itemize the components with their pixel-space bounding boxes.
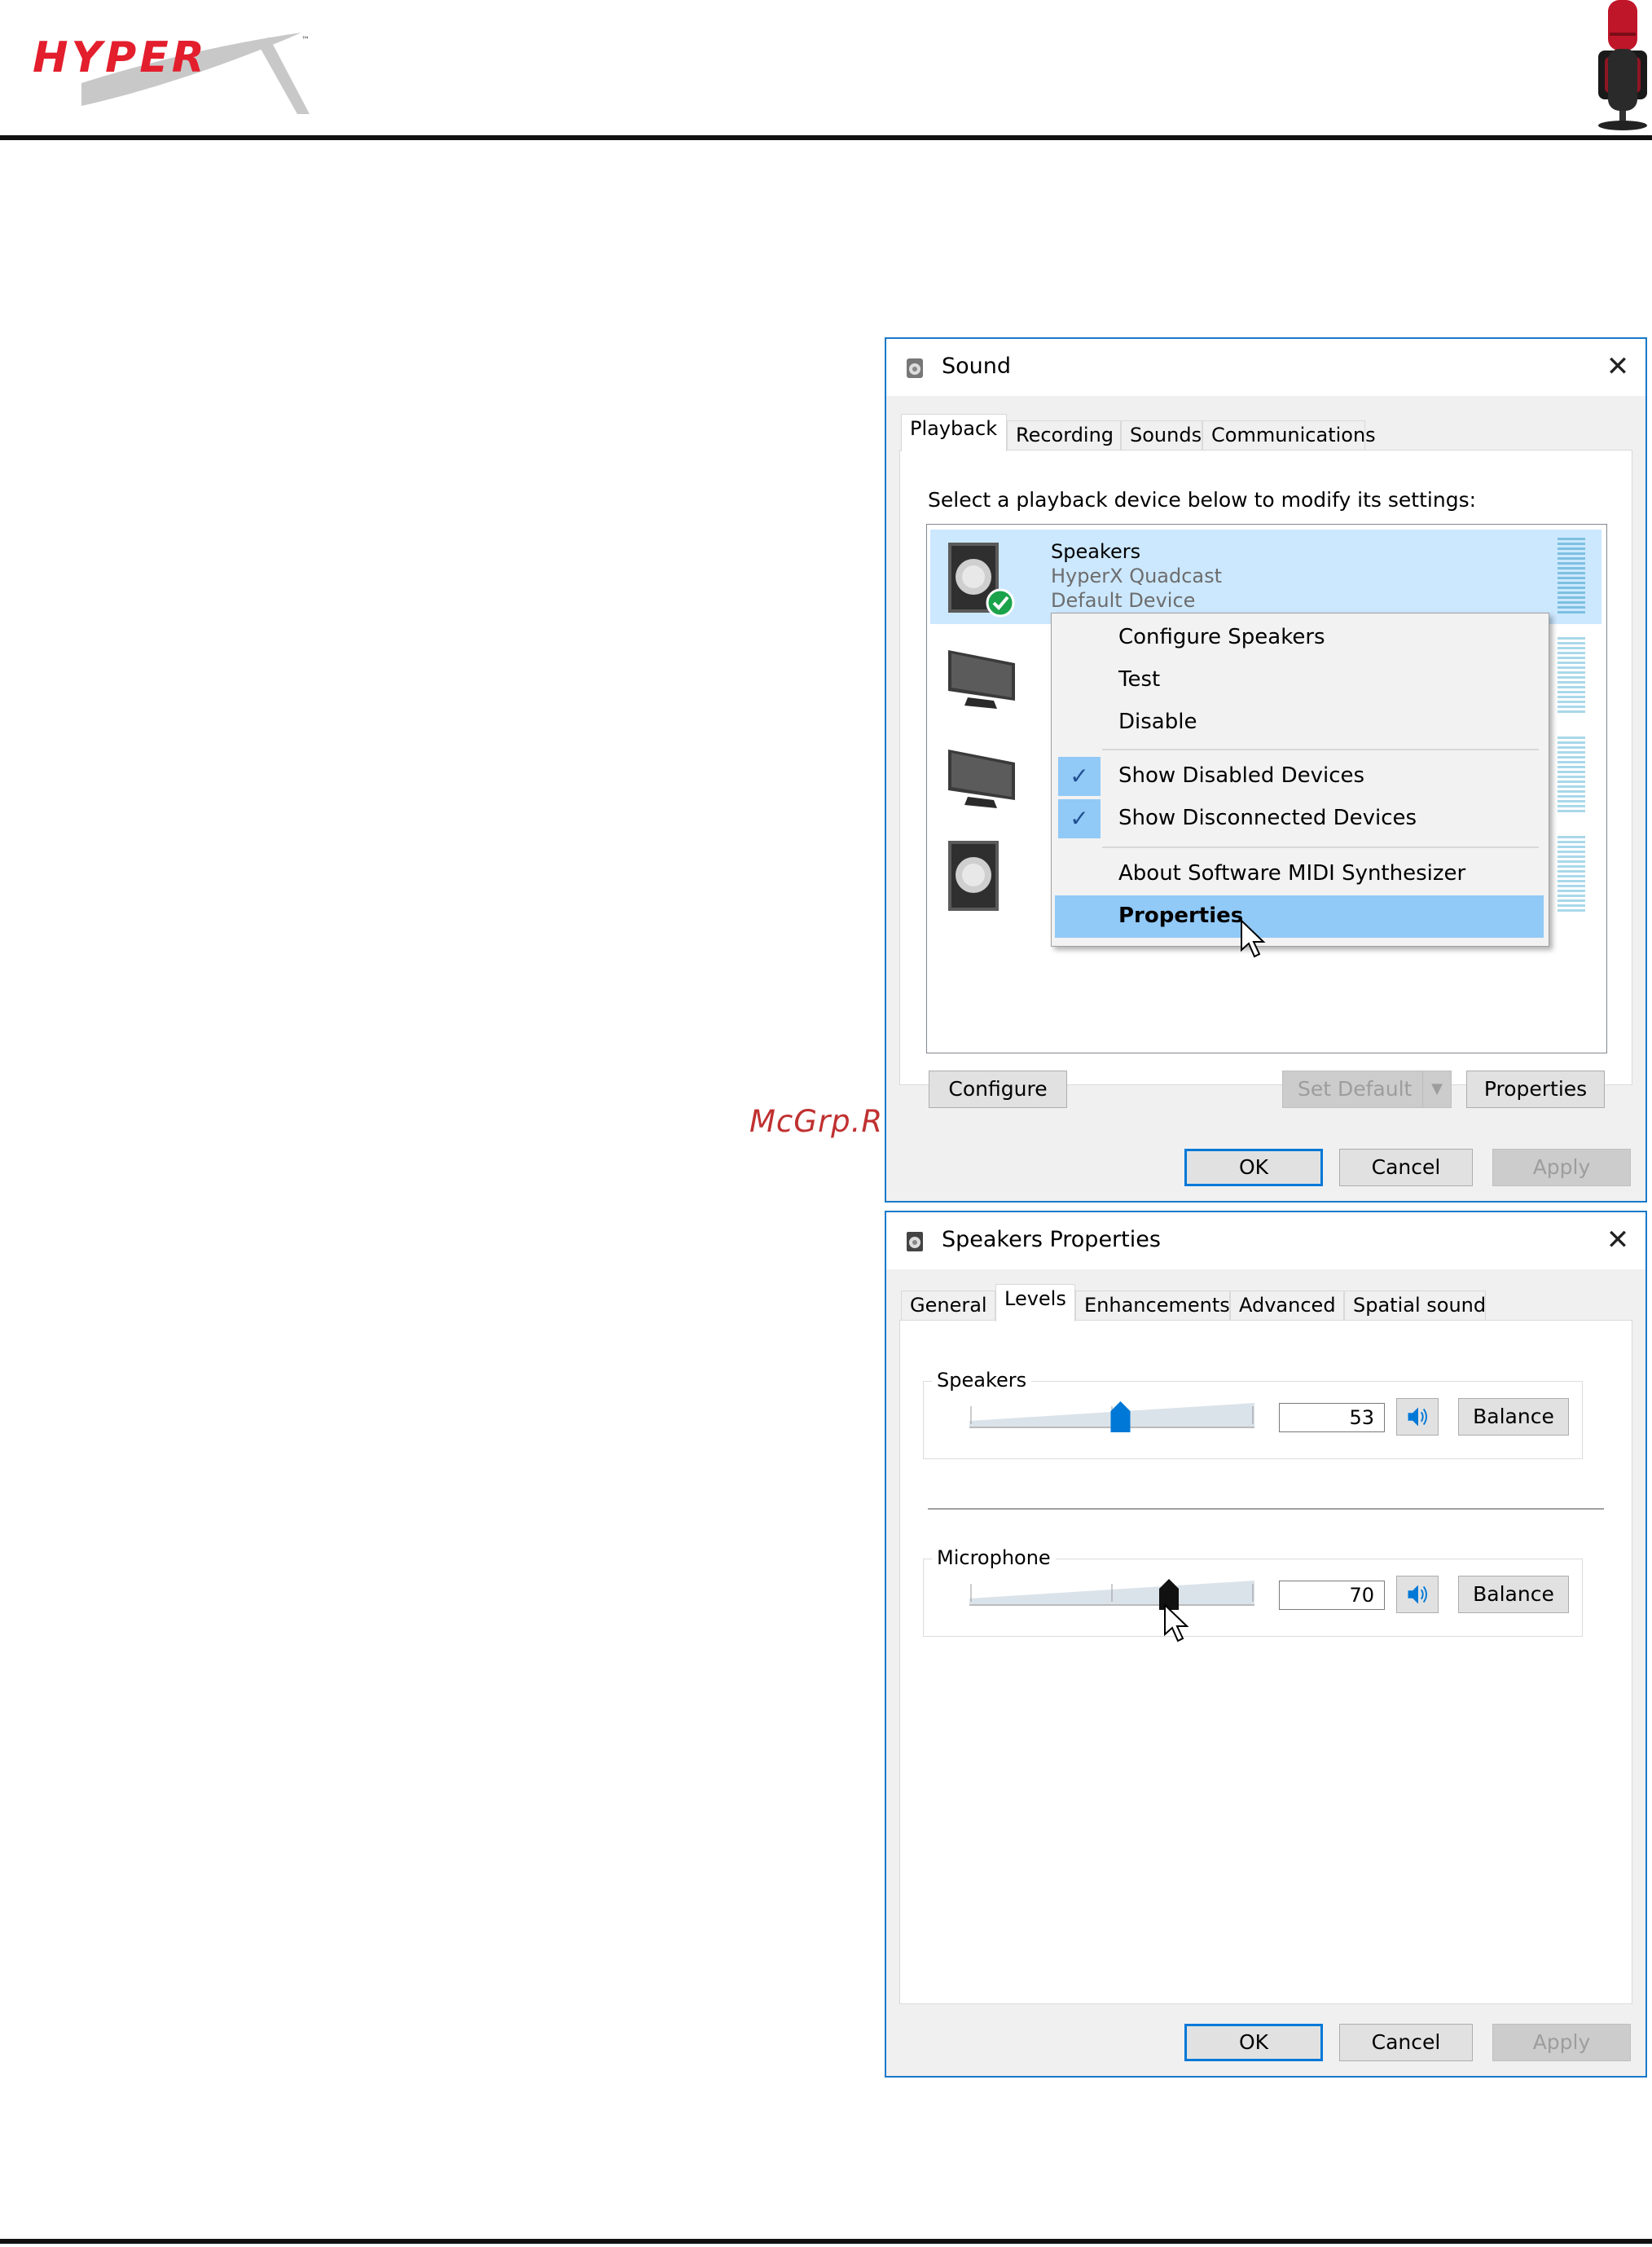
properties-dialog-title: Speakers Properties	[942, 1227, 1161, 1252]
speaker-icon	[948, 841, 999, 911]
device-row-speakers[interactable]: Speakers HyperX Quadcast Default Device	[930, 530, 1601, 624]
watermark: McGrp.Ru	[749, 1104, 903, 1139]
close-icon[interactable]: ✕	[1601, 1224, 1634, 1256]
menu-item-show-disabled[interactable]: ✓ Show Disabled Devices	[1055, 755, 1544, 798]
cancel-button[interactable]: Cancel	[1339, 2024, 1473, 2061]
tab-levels[interactable]: Levels	[995, 1284, 1075, 1321]
sound-app-icon	[907, 358, 923, 378]
group-divider	[928, 1508, 1604, 1510]
device-model: HyperX Quadcast	[1051, 565, 1223, 587]
level-meter	[1558, 737, 1585, 815]
microphone-level-group: Microphone 70 Balance	[923, 1546, 1583, 1637]
menu-item-label: About Software MIDI Synthesizer	[1118, 861, 1466, 886]
ok-button[interactable]: OK	[1184, 1149, 1323, 1186]
levels-panel: Speakers 53 Balance Microphone 70 Balanc…	[899, 1320, 1632, 2004]
set-default-button[interactable]: Set Default ▼	[1282, 1071, 1452, 1108]
tab-recording[interactable]: Recording	[1007, 420, 1121, 450]
menu-item-properties[interactable]: Properties	[1055, 895, 1544, 938]
speakers-slider-thumb[interactable]	[1110, 1401, 1131, 1432]
speaker-mute-icon[interactable]	[1396, 1576, 1439, 1613]
tab-spatial-sound[interactable]: Spatial sound	[1344, 1291, 1486, 1320]
menu-item-label: Properties	[1118, 904, 1244, 928]
speakers-group-label: Speakers	[932, 1369, 1032, 1392]
monitor-icon	[948, 650, 1015, 709]
tab-enhancements[interactable]: Enhancements	[1075, 1291, 1230, 1320]
configure-button[interactable]: Configure	[929, 1071, 1067, 1108]
menu-separator	[1102, 846, 1539, 848]
level-meter	[1558, 836, 1585, 914]
menu-item-label: Test	[1118, 667, 1161, 692]
mouse-cursor-icon	[1241, 919, 1266, 958]
close-icon[interactable]: ✕	[1601, 350, 1634, 383]
speakers-properties-dialog: Speakers Properties ✕ General Levels Enh…	[885, 1211, 1647, 2078]
microphone-product-icon	[1598, 0, 1647, 130]
hyperx-logo: HYPER ™	[33, 33, 310, 114]
sound-dialog-title: Sound	[942, 354, 1012, 379]
checkmark-icon: ✓	[1058, 799, 1101, 838]
set-default-label: Set Default	[1298, 1077, 1413, 1101]
menu-item-label: Show Disconnected Devices	[1118, 806, 1417, 830]
mouse-cursor-icon	[1164, 1603, 1189, 1642]
sound-titlebar: Sound ✕	[886, 339, 1645, 396]
checkmark-icon: ✓	[1058, 757, 1101, 796]
cancel-button[interactable]: Cancel	[1339, 1149, 1473, 1186]
speaker-mute-icon[interactable]	[1396, 1398, 1439, 1436]
menu-item-label: Show Disabled Devices	[1118, 763, 1365, 788]
svg-text:™: ™	[301, 36, 310, 45]
apply-button[interactable]: Apply	[1492, 1149, 1631, 1186]
microphone-group-label: Microphone	[932, 1546, 1056, 1569]
footer-rule	[0, 2239, 1652, 2244]
level-meter	[1558, 637, 1585, 715]
level-meter	[1558, 538, 1585, 616]
menu-item-about-midi[interactable]: About Software MIDI Synthesizer	[1055, 853, 1544, 895]
device-context-menu: Configure Speakers Test Disable ✓ Show D…	[1051, 613, 1549, 947]
tab-communications[interactable]: Communications	[1202, 420, 1376, 450]
menu-item-show-disconnected[interactable]: ✓ Show Disconnected Devices	[1055, 798, 1544, 840]
microphone-slider[interactable]	[969, 1577, 1254, 1610]
header-rule	[0, 135, 1652, 140]
tab-advanced[interactable]: Advanced	[1230, 1291, 1344, 1320]
speaker-icon	[948, 543, 1015, 618]
menu-item-configure-speakers[interactable]: Configure Speakers	[1055, 617, 1544, 659]
device-name: Speakers	[1051, 540, 1141, 563]
speakers-balance-button[interactable]: Balance	[1458, 1398, 1569, 1436]
tab-sounds[interactable]: Sounds	[1121, 420, 1202, 450]
ok-button[interactable]: OK	[1184, 2024, 1323, 2061]
speaker-app-icon	[907, 1232, 923, 1251]
microphone-balance-button[interactable]: Balance	[1458, 1576, 1569, 1613]
chevron-down-icon[interactable]: ▼	[1422, 1071, 1451, 1107]
apply-button[interactable]: Apply	[1492, 2024, 1631, 2061]
tab-playback[interactable]: Playback	[901, 414, 1007, 451]
properties-button[interactable]: Properties	[1466, 1071, 1605, 1108]
properties-titlebar: Speakers Properties ✕	[886, 1212, 1645, 1269]
menu-item-disable[interactable]: Disable	[1055, 701, 1544, 744]
device-status: Default Device	[1051, 589, 1196, 612]
speakers-level-group: Speakers 53 Balance	[923, 1369, 1583, 1459]
menu-item-test[interactable]: Test	[1055, 659, 1544, 701]
tab-general[interactable]: General	[901, 1291, 995, 1320]
playback-instruction: Select a playback device below to modify…	[928, 488, 1477, 512]
monitor-icon	[948, 750, 1015, 808]
menu-item-label: Disable	[1118, 710, 1197, 734]
menu-item-label: Configure Speakers	[1118, 625, 1325, 649]
svg-text:HYPER: HYPER	[33, 33, 208, 82]
menu-separator	[1102, 749, 1539, 750]
speakers-slider[interactable]	[969, 1400, 1254, 1432]
speakers-level-value[interactable]: 53	[1279, 1403, 1385, 1432]
microphone-level-value[interactable]: 70	[1279, 1581, 1385, 1610]
